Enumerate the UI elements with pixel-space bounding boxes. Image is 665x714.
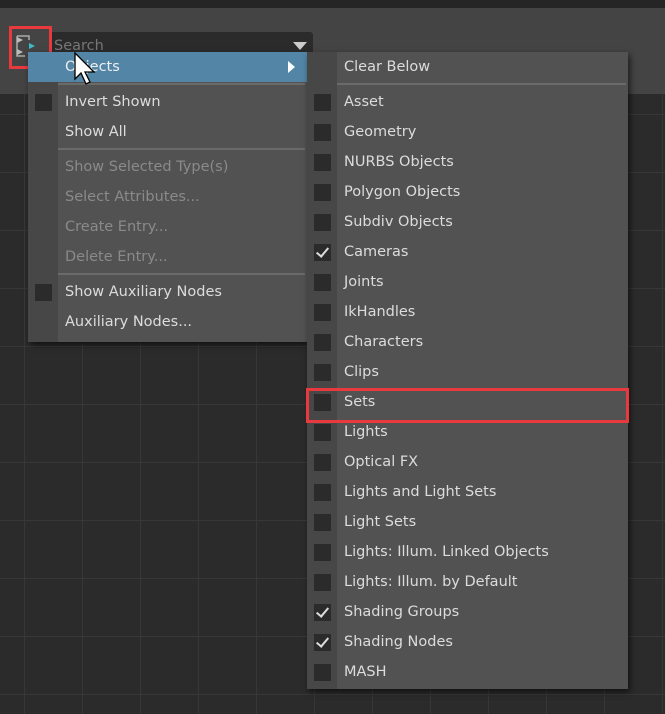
checkbox-icon[interactable] bbox=[314, 364, 331, 381]
dropdown-arrow-icon[interactable] bbox=[293, 42, 307, 50]
checkbox-icon[interactable] bbox=[314, 664, 331, 681]
checkbox-checked-icon[interactable] bbox=[314, 634, 331, 651]
checkbox-icon[interactable] bbox=[314, 154, 331, 171]
objects-submenu: Clear Below Asset Geometry NURBS Objects Pol… bbox=[307, 52, 628, 689]
menu-item-label: Delete Entry... bbox=[65, 249, 168, 265]
menu-item-geometry[interactable]: Geometry bbox=[307, 117, 628, 147]
menu-item-lights[interactable]: Lights bbox=[307, 417, 628, 447]
menu-item-asset[interactable]: Asset bbox=[307, 87, 628, 117]
checkbox-icon[interactable] bbox=[314, 394, 331, 411]
checkbox-icon[interactable] bbox=[314, 454, 331, 471]
menu-item-sets[interactable]: Sets bbox=[307, 387, 628, 417]
menu-item-label: Characters bbox=[344, 334, 424, 350]
menu-item-lights-and-light-sets[interactable]: Lights and Light Sets bbox=[307, 477, 628, 507]
menu-item-label: Lights bbox=[344, 424, 388, 440]
menu-item-label: Show Auxiliary Nodes bbox=[65, 284, 222, 300]
menu-separator bbox=[337, 83, 626, 85]
checkbox-icon[interactable] bbox=[314, 484, 331, 501]
checkbox-icon[interactable] bbox=[314, 124, 331, 141]
checkbox-icon[interactable] bbox=[314, 214, 331, 231]
menu-item-label: Geometry bbox=[344, 124, 417, 140]
menu-item-shading-groups[interactable]: Shading Groups bbox=[307, 597, 628, 627]
menu-item-lights-illum-linked-objects[interactable]: Lights: Illum. Linked Objects bbox=[307, 537, 628, 567]
menu-item-label: Asset bbox=[344, 94, 384, 110]
menu-item-polygon-objects[interactable]: Polygon Objects bbox=[307, 177, 628, 207]
menu-item-invert-shown[interactable]: Invert Shown bbox=[28, 87, 307, 117]
menu-item-label: Cameras bbox=[344, 244, 409, 260]
menu-item-label: Lights and Light Sets bbox=[344, 484, 497, 500]
menu-item-label: IkHandles bbox=[344, 304, 416, 320]
checkbox-icon[interactable] bbox=[314, 94, 331, 111]
checkbox-icon[interactable] bbox=[35, 94, 52, 111]
menu-item-label: Clips bbox=[344, 364, 379, 380]
menu-item-label: Joints bbox=[344, 274, 384, 290]
checkbox-checked-icon[interactable] bbox=[314, 604, 331, 621]
menu-item-create-entry: Create Entry... bbox=[28, 212, 307, 242]
menu-item-label: Optical FX bbox=[344, 454, 419, 470]
mouse-cursor-icon bbox=[74, 52, 96, 85]
menu-item-label: Light Sets bbox=[344, 514, 417, 530]
menu-item-lights-illum-by-default[interactable]: Lights: Illum. by Default bbox=[307, 567, 628, 597]
filter-menu: Objects Invert Shown Show All Show Selected… bbox=[28, 52, 307, 342]
checkbox-icon[interactable] bbox=[314, 544, 331, 561]
menu-item-auxiliary-nodes[interactable]: Auxiliary Nodes... bbox=[28, 307, 307, 337]
checkbox-icon[interactable] bbox=[35, 284, 52, 301]
title-strip bbox=[0, 0, 665, 8]
menu-item-label: Sets bbox=[344, 394, 376, 410]
menu-separator bbox=[58, 273, 305, 275]
menu-item-label: Show All bbox=[65, 124, 127, 140]
menu-separator bbox=[58, 148, 305, 150]
menu-item-clips[interactable]: Clips bbox=[307, 357, 628, 387]
menu-item-mash[interactable]: MASH bbox=[307, 657, 628, 687]
checkbox-icon[interactable] bbox=[314, 574, 331, 591]
menu-item-delete-entry: Delete Entry... bbox=[28, 242, 307, 272]
checkbox-icon[interactable] bbox=[314, 514, 331, 531]
checkbox-icon[interactable] bbox=[314, 274, 331, 291]
menu-item-label: Select Attributes... bbox=[65, 189, 200, 205]
menu-item-label: NURBS Objects bbox=[344, 154, 454, 170]
menu-item-light-sets[interactable]: Light Sets bbox=[307, 507, 628, 537]
menu-item-ikhandles[interactable]: IkHandles bbox=[307, 297, 628, 327]
checkbox-icon[interactable] bbox=[314, 184, 331, 201]
menu-item-label: Auxiliary Nodes... bbox=[65, 314, 193, 330]
checkbox-icon[interactable] bbox=[314, 424, 331, 441]
menu-item-show-all[interactable]: Show All bbox=[28, 117, 307, 147]
menu-item-objects[interactable]: Objects bbox=[28, 52, 307, 82]
menu-item-label: Invert Shown bbox=[65, 94, 161, 110]
checkbox-icon[interactable] bbox=[314, 304, 331, 321]
menu-item-label: Subdiv Objects bbox=[344, 214, 453, 230]
menu-item-label: MASH bbox=[344, 664, 387, 680]
menu-item-label: Create Entry... bbox=[65, 219, 169, 235]
menu-item-label: Lights: Illum. Linked Objects bbox=[344, 544, 549, 560]
menu-item-show-auxiliary-nodes[interactable]: Show Auxiliary Nodes bbox=[28, 277, 307, 307]
menu-item-nurbs-objects[interactable]: NURBS Objects bbox=[307, 147, 628, 177]
menu-item-shading-nodes[interactable]: Shading Nodes bbox=[307, 627, 628, 657]
menu-item-subdiv-objects[interactable]: Subdiv Objects bbox=[307, 207, 628, 237]
menu-item-characters[interactable]: Characters bbox=[307, 327, 628, 357]
checkbox-icon[interactable] bbox=[314, 334, 331, 351]
menu-item-optical-fx[interactable]: Optical FX bbox=[307, 447, 628, 477]
menu-item-label: Shading Groups bbox=[344, 604, 460, 620]
menu-item-select-attributes: Select Attributes... bbox=[28, 182, 307, 212]
menu-item-label: Clear Below bbox=[344, 59, 431, 75]
menu-item-label: Lights: Illum. by Default bbox=[344, 574, 518, 590]
menu-item-clear-below[interactable]: Clear Below bbox=[307, 52, 628, 82]
checkbox-checked-icon[interactable] bbox=[314, 244, 331, 261]
submenu-arrow-icon bbox=[288, 61, 295, 73]
menu-item-joints[interactable]: Joints bbox=[307, 267, 628, 297]
menu-item-label: Polygon Objects bbox=[344, 184, 461, 200]
menu-item-label: Shading Nodes bbox=[344, 634, 453, 650]
menu-item-cameras[interactable]: Cameras bbox=[307, 237, 628, 267]
menu-item-label: Show Selected Type(s) bbox=[65, 159, 229, 175]
menu-item-show-selected-type-s: Show Selected Type(s) bbox=[28, 152, 307, 182]
